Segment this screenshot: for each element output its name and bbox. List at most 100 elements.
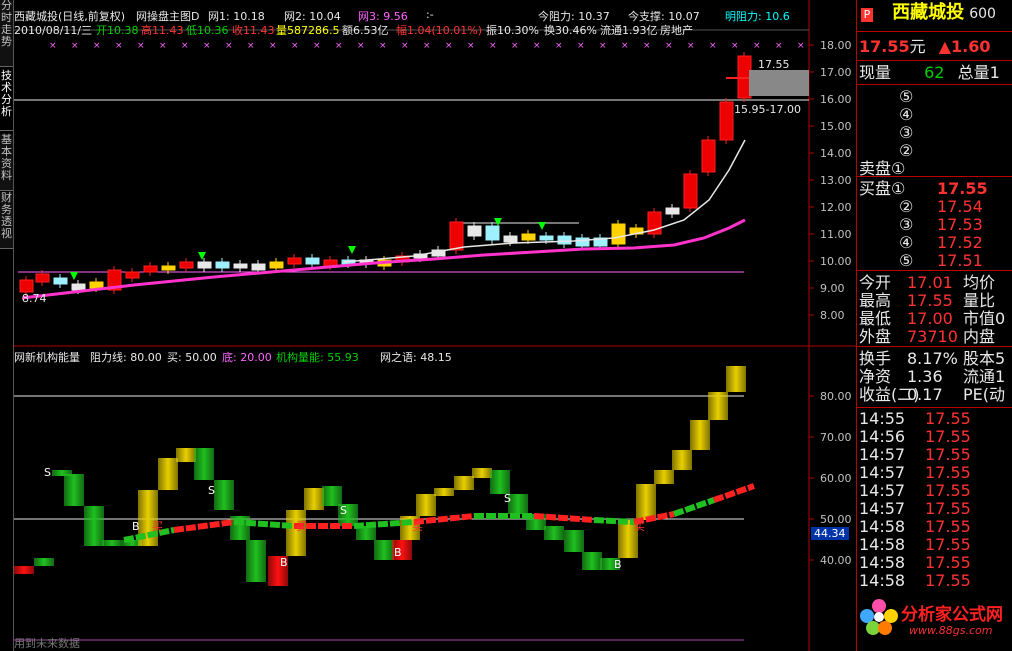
kline-chart-area[interactable]: × × × × × × × × × × × × × × × × × × × × × × × × × × × × × × × × × × × S S S S… <box>14 0 856 651</box>
tick-price: 17.55 <box>925 499 971 518</box>
sub-bottom-line: 底: 20.00 <box>222 351 272 364</box>
stat2-row: 收益(二) 0.17 PE(动 <box>857 386 1012 404</box>
tab-technical[interactable]: 技术分析 <box>0 70 13 131</box>
top-marker: × <box>577 41 585 51</box>
stat-label-2: 均价 <box>963 273 996 292</box>
sub-words: 网之语: 48.15 <box>380 351 452 364</box>
stat2-label: 净资 <box>859 367 892 386</box>
tick-time: 14:55 <box>859 409 906 428</box>
stat2-value: 8.17% <box>907 349 958 368</box>
signal-label: 买 <box>634 520 645 533</box>
quote-date: 2010/08/11/三 <box>14 24 93 37</box>
panel-stock-code: 600 <box>969 6 996 22</box>
tick-time: 14:57 <box>859 499 906 518</box>
inst-energy-line <box>413 513 475 525</box>
tick-price: 17.55 <box>925 571 971 590</box>
candle <box>125 271 140 279</box>
inst-energy-line <box>353 519 415 529</box>
signal-label: S <box>44 466 51 479</box>
inst-energy-line <box>533 513 595 523</box>
energy-block <box>490 470 510 494</box>
energy-block <box>176 448 196 462</box>
quote-panel: P 西藏城投 600 17.55元 ▲1.60 现量 62 总量1 分析家公式网… <box>856 0 1012 651</box>
tick-row: 14:57 17.55 <box>857 482 1012 500</box>
top-marker: × <box>247 41 255 51</box>
energy-block <box>64 474 84 506</box>
p-badge-icon: P <box>861 8 873 22</box>
energy-block <box>304 488 324 510</box>
energy-block <box>14 566 34 574</box>
tab-finance[interactable]: 财务透视 <box>0 192 13 249</box>
buy-level-price: 17.52 <box>937 233 983 252</box>
buy-level-label: 买盘① <box>859 179 906 198</box>
tick-price: 17.55 <box>925 409 971 428</box>
tab-technical-label: 技术分析 <box>1 69 12 118</box>
sell-level-label: 卖盘① <box>859 159 906 178</box>
signal-label: B <box>394 546 402 559</box>
energy-block <box>322 486 342 506</box>
logo-area: 分析家公式网 www.88gs.com <box>857 590 1012 651</box>
top-marker: × <box>555 41 563 51</box>
price-axis-tick: 16.00 <box>820 93 852 106</box>
candle <box>485 225 500 241</box>
inst-energy-line <box>233 519 295 529</box>
tab-profile[interactable]: 基本资料 <box>0 134 13 191</box>
top-marker: × <box>137 41 145 51</box>
tick-row: 14:58 17.55 <box>857 536 1012 554</box>
sub-inst-energy: 机构量能: 55.93 <box>276 351 359 364</box>
energy-block <box>672 450 692 470</box>
range-price-label: 15.95-17.00 <box>734 103 801 116</box>
energy-block <box>194 448 214 480</box>
price-axis-tick: 11.00 <box>820 228 852 241</box>
header-dots: :- <box>426 8 434 21</box>
candle <box>683 173 698 209</box>
inst-energy-line <box>713 483 755 503</box>
chart-canvas[interactable]: × × × × × × × × × × × × × × × × × × × × × × × × × × × × × × × × × × × S S S S… <box>14 0 856 651</box>
energy-block <box>508 494 528 514</box>
candle <box>575 237 590 247</box>
logo-title: 分析家公式网 <box>901 605 1003 625</box>
stat-value: 17.55 <box>907 291 953 310</box>
candle <box>665 207 680 215</box>
panel-change: ▲1.60 <box>938 37 991 56</box>
sub-axis-tick: 40.00 <box>820 554 852 567</box>
top-marker: × <box>643 41 651 51</box>
price-axis-tick: 9.00 <box>820 282 845 295</box>
logo-url[interactable]: www.88gs.com <box>909 624 992 637</box>
tick-time: 14:58 <box>859 553 906 572</box>
top-marker: × <box>313 41 321 51</box>
top-marker: × <box>159 41 167 51</box>
quote-change: 幅1.04(10.01%) <box>396 24 483 37</box>
tick-time: 14:58 <box>859 535 906 554</box>
buy-row: ⑤ 17.51 <box>857 252 1012 270</box>
top-marker: × <box>665 41 673 51</box>
stat-value: 73710 <box>907 327 958 346</box>
signal-label: B <box>614 558 622 571</box>
energy-block <box>286 510 306 556</box>
panel-total-label: 总量1 <box>957 63 1000 82</box>
sub-axis-tick: 70.00 <box>820 431 852 444</box>
quote-turnover: 换30.46% <box>544 24 597 37</box>
candle <box>215 261 230 269</box>
sub-axis-tick: 50.00 <box>820 513 852 526</box>
top-marker: × <box>687 41 695 51</box>
quote-float: 流通1.93亿 <box>600 24 658 37</box>
candle <box>251 263 266 271</box>
quote-open: 开10.38 <box>96 24 139 37</box>
top-marker: × <box>49 41 57 51</box>
stat2-label: 换手 <box>859 349 892 368</box>
energy-block <box>582 552 602 570</box>
panel-stock-name: 西藏城投 <box>892 2 965 23</box>
tick-price: 17.55 <box>925 445 971 464</box>
quote-amplitude: 振10.30% <box>486 24 539 37</box>
top-marker: × <box>379 41 387 51</box>
tab-intraday[interactable]: 分时走势 <box>0 0 13 67</box>
sell-arrow-icon <box>538 222 546 230</box>
candle <box>269 261 284 269</box>
tab-profile-label: 基本资料 <box>1 133 12 182</box>
quote-low: 低10.36 <box>186 24 229 37</box>
energy-block <box>564 530 584 552</box>
top-marker: × <box>93 41 101 51</box>
stat-row: 最低 17.00 市值0 <box>857 310 1012 328</box>
sub-indicator-name[interactable]: 网新机构能量 <box>14 349 80 365</box>
